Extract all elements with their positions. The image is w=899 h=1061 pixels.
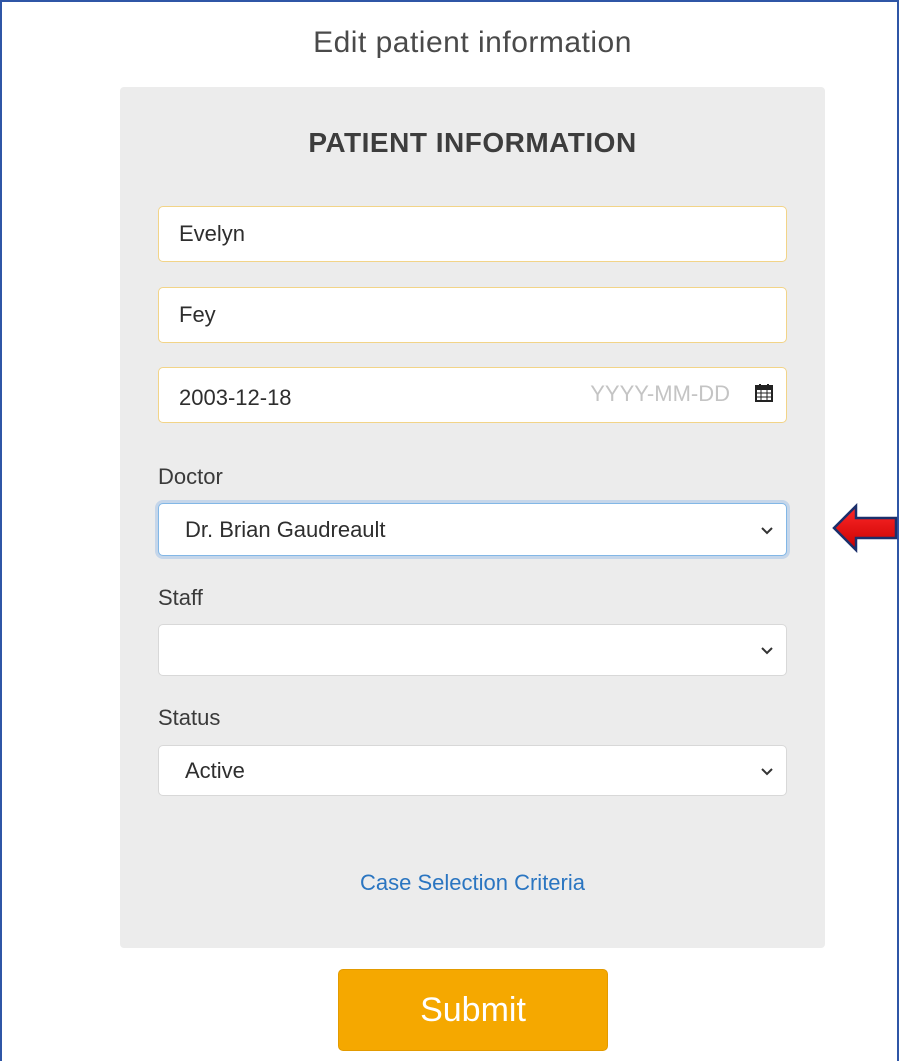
calendar-icon[interactable] (754, 383, 774, 403)
status-label: Status (158, 705, 221, 730)
staff-select[interactable] (158, 624, 787, 676)
status-selected-value: Active (185, 757, 245, 783)
chevron-down-icon (761, 767, 773, 775)
red-arrow-left-icon (832, 503, 898, 553)
chevron-down-icon (761, 647, 773, 655)
first-name-input[interactable]: Evelyn (158, 206, 787, 262)
doctor-label: Doctor (158, 464, 223, 489)
first-name-value: Evelyn (179, 221, 246, 246)
staff-label: Staff (158, 585, 203, 610)
last-name-value: Fey (179, 302, 216, 327)
date-of-birth-value: 2003-12-18 (179, 385, 292, 410)
date-format-hint: YYYY-MM-DD (590, 381, 730, 406)
status-select[interactable]: Active (158, 745, 787, 796)
patient-info-panel: PATIENT INFORMATION Evelyn Fey 2003-12-1… (120, 87, 825, 948)
doctor-selected-value: Dr. Brian Gaudreault (185, 516, 386, 542)
submit-button[interactable]: Submit (338, 969, 608, 1051)
panel-heading: PATIENT INFORMATION (308, 127, 637, 158)
page-title: Edit patient information (313, 26, 632, 59)
last-name-input[interactable]: Fey (158, 287, 787, 343)
date-of-birth-input[interactable]: 2003-12-18 YYYY-MM-DD (158, 367, 787, 423)
doctor-select[interactable]: Dr. Brian Gaudreault (158, 503, 787, 556)
chevron-down-icon (761, 526, 773, 534)
case-selection-criteria-link[interactable]: Case Selection Criteria (120, 870, 825, 896)
